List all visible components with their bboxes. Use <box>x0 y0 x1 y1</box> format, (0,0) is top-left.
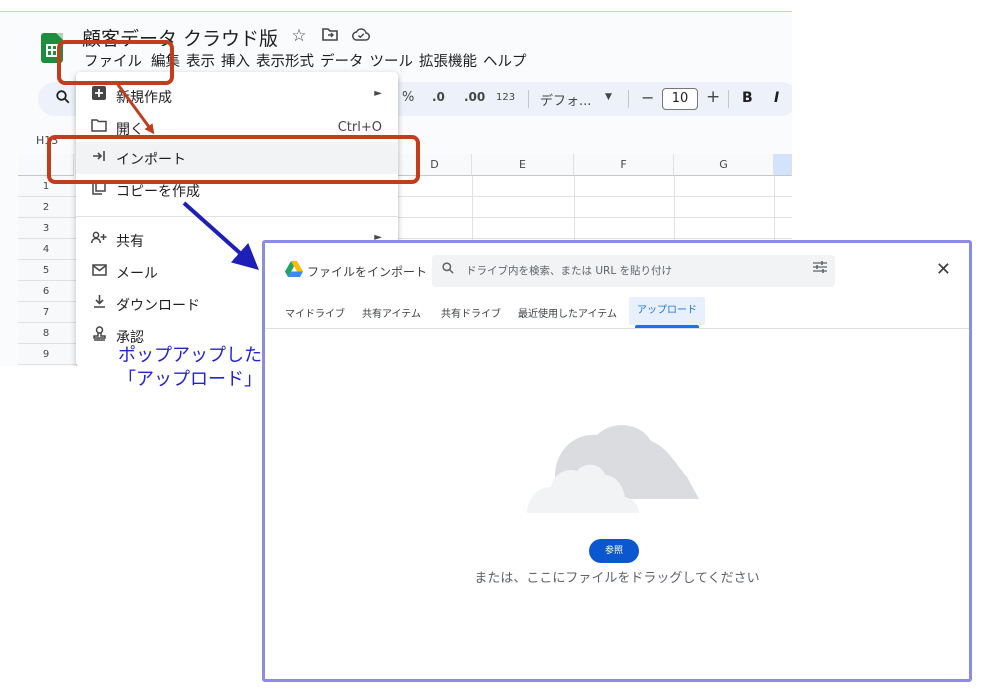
column-header-e[interactable]: E <box>472 154 574 176</box>
upload-cloud-illustration <box>527 425 699 513</box>
person-add-icon <box>90 230 108 248</box>
menu-insert[interactable]: 挿入 <box>221 50 256 71</box>
file-menu-label: ダウンロード <box>116 298 200 314</box>
dialog-title: ファイルをインポート <box>307 265 428 279</box>
tab-my-drive[interactable]: マイドライブ <box>285 305 345 320</box>
row-header[interactable]: 3 <box>18 218 74 239</box>
file-menu-label: コピーを作成 <box>116 184 200 200</box>
mail-icon <box>90 262 108 280</box>
tab-recent[interactable]: 最近使用したアイテム <box>518 305 617 320</box>
dialog-tab-bar: マイドライブ 共有アイテム 共有ドライブ 最近使用したアイテム アップロード <box>265 293 969 329</box>
increase-decimal-button[interactable]: .00 <box>464 90 485 104</box>
column-header-f[interactable]: F <box>574 154 674 176</box>
font-dropdown-arrow-icon[interactable]: ▼ <box>605 92 612 102</box>
browse-button[interactable]: 参照 <box>589 539 639 563</box>
file-menu-label: 新規作成 <box>116 90 172 106</box>
row-header[interactable]: 2 <box>18 197 74 218</box>
folder-open-icon <box>90 118 108 136</box>
import-highlight <box>47 135 420 184</box>
font-size-input[interactable]: 10 <box>662 88 698 110</box>
menu-format[interactable]: 表示形式 <box>256 50 320 71</box>
row-header[interactable]: 6 <box>18 281 74 302</box>
row-header[interactable]: 7 <box>18 302 74 323</box>
bold-button[interactable]: B <box>742 90 753 106</box>
font-select[interactable]: デフォ... <box>540 90 591 109</box>
menu-divider <box>76 216 398 217</box>
column-header-g[interactable]: G <box>674 154 774 176</box>
toolbar-divider <box>528 90 529 108</box>
tab-shared-drives[interactable]: 共有ドライブ <box>441 305 501 320</box>
cloud-status-icon[interactable] <box>352 26 370 46</box>
column-header-h[interactable] <box>774 154 792 176</box>
star-icon[interactable]: ☆ <box>290 26 308 46</box>
close-icon[interactable]: ✕ <box>936 259 951 280</box>
shortcut-text: Ctrl+O <box>337 120 382 135</box>
google-drive-icon <box>285 261 303 277</box>
window-top-edge <box>0 0 792 12</box>
number-format-button[interactable]: 123 <box>496 92 515 103</box>
tab-upload[interactable]: アップロード <box>629 297 705 328</box>
tab-shared-with-me[interactable]: 共有アイテム <box>362 305 421 320</box>
file-menu-label: メール <box>116 266 158 282</box>
font-size-decrease-button[interactable]: − <box>641 88 654 107</box>
title-icon-group: ☆ <box>290 26 370 46</box>
drive-search-box[interactable] <box>432 255 835 287</box>
row-header[interactable]: 4 <box>18 239 74 260</box>
search-icon <box>442 262 454 278</box>
row-header[interactable]: 5 <box>18 260 74 281</box>
row-header[interactable]: 9 <box>18 344 74 365</box>
menu-data[interactable]: データ <box>320 50 370 71</box>
row-header[interactable]: 8 <box>18 323 74 344</box>
menu-tools[interactable]: ツール <box>370 50 420 71</box>
menu-extensions[interactable]: 拡張機能 <box>419 50 483 71</box>
menu-view[interactable]: 表示 <box>186 50 221 71</box>
drop-zone-text: または、ここにファイルをドラッグしてください <box>474 571 760 586</box>
search-menus-icon[interactable] <box>56 90 70 108</box>
menu-help[interactable]: ヘルプ <box>483 50 533 71</box>
add-box-icon <box>90 86 108 104</box>
file-menu-highlight <box>57 40 174 85</box>
toolbar-divider <box>628 90 629 108</box>
move-folder-icon[interactable] <box>321 26 339 46</box>
search-options-icon[interactable] <box>813 261 827 277</box>
format-percent-button[interactable]: % <box>402 90 414 105</box>
submenu-arrow-icon: ► <box>374 88 382 99</box>
file-menu-label: 共有 <box>116 234 144 250</box>
toolbar-divider <box>728 90 729 108</box>
font-size-increase-button[interactable]: + <box>706 87 720 107</box>
import-dialog: ファイルをインポート ✕ マイドライブ 共有アイテム 共有ドライブ 最近使用した… <box>262 240 972 682</box>
drive-search-input[interactable] <box>466 261 796 281</box>
download-icon <box>90 294 108 312</box>
italic-button[interactable]: I <box>774 90 779 106</box>
approval-icon <box>90 326 108 345</box>
decrease-decimal-button[interactable]: .0 <box>432 90 445 104</box>
